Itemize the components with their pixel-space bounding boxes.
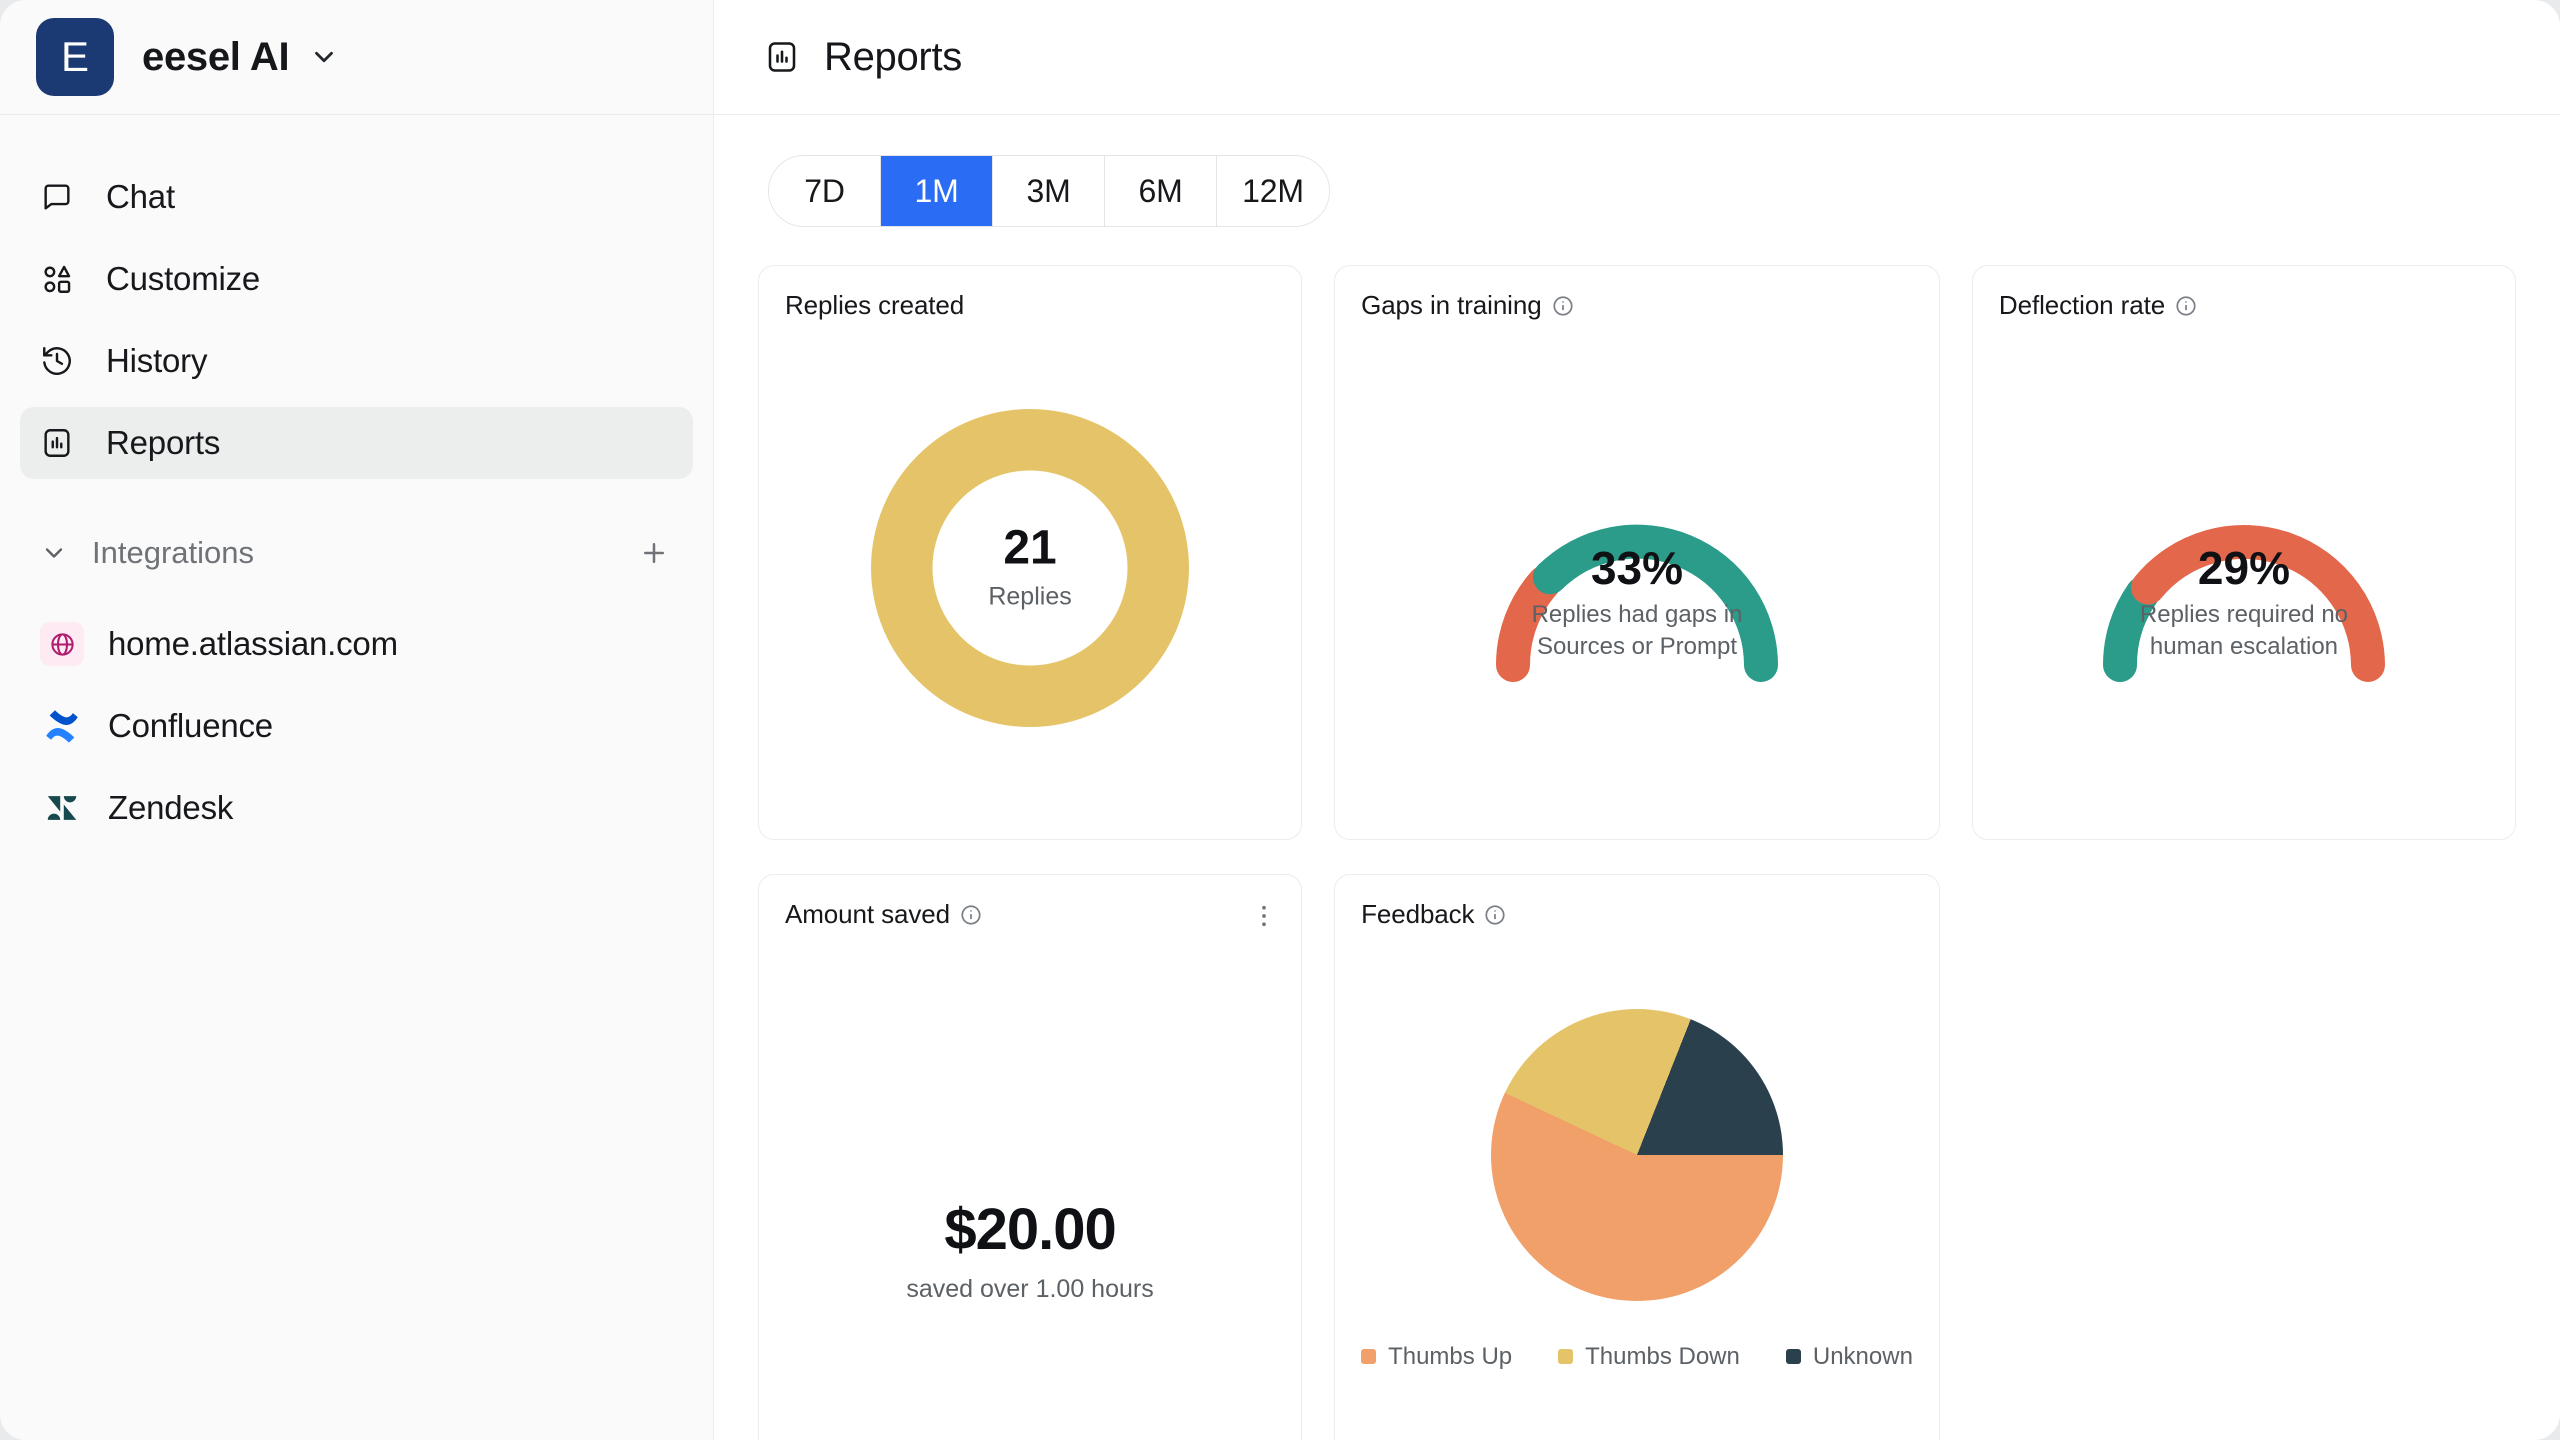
legend-swatch	[1558, 1349, 1574, 1364]
info-icon[interactable]	[1484, 904, 1506, 926]
shapes-icon	[40, 262, 82, 296]
sidebar-item-history[interactable]: History	[20, 325, 693, 397]
gauge-sub-line1: Replies required no	[2139, 601, 2349, 628]
sidebar-item-reports[interactable]: Reports	[20, 407, 693, 479]
reports-body: 7D 1M 3M 6M 12M Replies created 21 Repli…	[714, 115, 2560, 1440]
donut-unit: Replies	[988, 582, 1072, 611]
integration-label: Confluence	[108, 707, 273, 744]
bar-chart-icon	[40, 426, 82, 460]
integration-item-confluence[interactable]: Confluence	[20, 685, 693, 767]
replies-created-chart: 21 Replies	[785, 321, 1275, 815]
gauge-center-text: 33% Replies had gaps in Sources or Promp…	[1472, 545, 1802, 662]
sidebar-item-label: Chat	[106, 178, 175, 215]
sidebar-item-chat[interactable]: Chat	[20, 161, 693, 233]
tab-12m[interactable]: 12M	[1217, 156, 1329, 226]
legend-item[interactable]: Unknown	[1785, 1342, 1913, 1371]
card-title-text: Feedback	[1361, 899, 1475, 929]
card-amount-saved: Amount saved $20.00 saved over 1.00 hour…	[758, 874, 1303, 1440]
legend-label: Thumbs Down	[1585, 1342, 1740, 1370]
tab-7d[interactable]: 7D	[769, 156, 881, 226]
date-range-tabs: 7D 1M 3M 6M 12M	[768, 155, 1330, 227]
chevron-down-icon	[309, 42, 339, 72]
pie-area: Thumbs Up Thumbs Down Unknown	[1361, 1008, 1913, 1371]
gauge-value: 33%	[1590, 542, 1684, 594]
gauge-value: 29%	[2197, 542, 2290, 594]
gauge-chart: 29% Replies required no human escalation	[2079, 493, 2409, 683]
card-title: Feedback	[1361, 899, 1913, 930]
integration-item-home-atlassian-com[interactable]: home.atlassian.com	[20, 603, 693, 685]
page-title: Reports	[824, 34, 962, 79]
chevron-down-icon[interactable]	[40, 539, 68, 567]
integrations-list: home.atlassian.com Confluence Zendesk	[0, 593, 713, 849]
workspace-switcher[interactable]: E eesel AI	[0, 0, 713, 115]
card-title-text: Replies created	[785, 290, 965, 320]
integration-label: home.atlassian.com	[108, 625, 398, 662]
legend-item[interactable]: Thumbs Down	[1558, 1343, 1740, 1371]
legend-label: Thumbs Up	[1388, 1342, 1513, 1370]
donut-value: 21	[1003, 521, 1057, 575]
legend-label: Unknown	[1812, 1342, 1913, 1370]
main-nav: Chat Customize History Reports	[0, 115, 713, 489]
card-title: Replies created	[785, 290, 1275, 321]
gauge-center-text: 29% Replies required no human escalation	[2079, 545, 2409, 662]
gauge-sub-line1: Replies had gaps in	[1531, 601, 1743, 628]
main-content: Reports 7D 1M 3M 6M 12M Replies created	[714, 0, 2560, 1440]
card-feedback: Feedback Thumbs Up Thumbs Down Unknown	[1334, 874, 1940, 1440]
card-title: Gaps in training	[1361, 290, 1913, 321]
sidebar-item-label: History	[106, 342, 208, 379]
legend-item[interactable]: Thumbs Up	[1361, 1343, 1512, 1371]
globe-icon	[40, 622, 84, 666]
workspace-logo: E	[36, 18, 114, 96]
legend-swatch	[1785, 1349, 1801, 1364]
card-title-text: Gaps in training	[1361, 290, 1542, 320]
legend-swatch	[1361, 1349, 1377, 1364]
donut-center: 21 Replies	[932, 470, 1128, 666]
page-header: Reports	[714, 0, 2560, 115]
amount-saved-value-block: $20.00 saved over 1.00 hours	[906, 1196, 1153, 1304]
feedback-chart: Thumbs Up Thumbs Down Unknown	[1361, 930, 1913, 1440]
card-gaps-in-training: Gaps in training 33% Replies had gaps in…	[1334, 265, 1940, 840]
bar-chart-icon	[764, 39, 800, 75]
integrations-section-label: Integrations	[92, 535, 254, 570]
history-clock-icon	[40, 344, 82, 378]
info-icon[interactable]	[960, 904, 982, 926]
gauge-sub-line2: human escalation	[2149, 632, 2339, 660]
confluence-icon	[40, 704, 84, 748]
zendesk-icon	[40, 786, 84, 830]
amount-saved-value-area: $20.00 saved over 1.00 hours	[785, 930, 1275, 1440]
app-window: E eesel AI Chat Customize History Report…	[0, 0, 2560, 1440]
integrations-section-header[interactable]: Integrations	[20, 521, 693, 585]
tab-1m[interactable]: 1M	[881, 156, 993, 226]
card-deflection-rate: Deflection rate 29% Replies required no …	[1971, 265, 2516, 840]
donut-chart: 21 Replies	[871, 409, 1190, 727]
integration-item-zendesk[interactable]: Zendesk	[20, 767, 693, 849]
workspace-initial: E	[60, 33, 89, 80]
card-title-text: Amount saved	[785, 899, 951, 929]
tab-6m[interactable]: 6M	[1105, 156, 1217, 226]
plus-icon[interactable]	[639, 538, 669, 568]
chat-bubble-icon	[40, 180, 82, 214]
card-replies-created: Replies created 21 Replies	[758, 265, 1303, 840]
pie-chart	[1491, 1008, 1783, 1301]
pie-legend: Thumbs Up Thumbs Down Unknown	[1361, 1343, 1913, 1371]
tab-3m[interactable]: 3M	[993, 156, 1105, 226]
deflection-rate-chart: 29% Replies required no human escalation	[1999, 321, 2489, 815]
sidebar-item-label: Reports	[106, 424, 221, 461]
info-icon[interactable]	[1552, 295, 1574, 317]
sidebar-item-label: Customize	[106, 260, 261, 297]
amount-saved-sub: saved over 1.00 hours	[906, 1274, 1154, 1303]
sidebar-item-customize[interactable]: Customize	[20, 243, 693, 315]
workspace-name: eesel AI	[142, 34, 290, 79]
amount-saved-value: $20.00	[944, 1196, 1116, 1262]
integration-label: Zendesk	[108, 789, 234, 826]
gaps-in-training-chart: 33% Replies had gaps in Sources or Promp…	[1361, 321, 1913, 815]
card-title: Amount saved	[785, 899, 1275, 930]
info-icon[interactable]	[2175, 295, 2197, 317]
gauge-chart: 33% Replies had gaps in Sources or Promp…	[1472, 493, 1802, 683]
card-title-text: Deflection rate	[1998, 290, 2166, 320]
gauge-sub-line2: Sources or Prompt	[1536, 632, 1738, 660]
card-title: Deflection rate	[1999, 290, 2489, 321]
reports-grid: Replies created 21 Replies Gaps in train…	[758, 265, 2516, 1440]
sidebar: E eesel AI Chat Customize History Report…	[0, 0, 714, 1440]
